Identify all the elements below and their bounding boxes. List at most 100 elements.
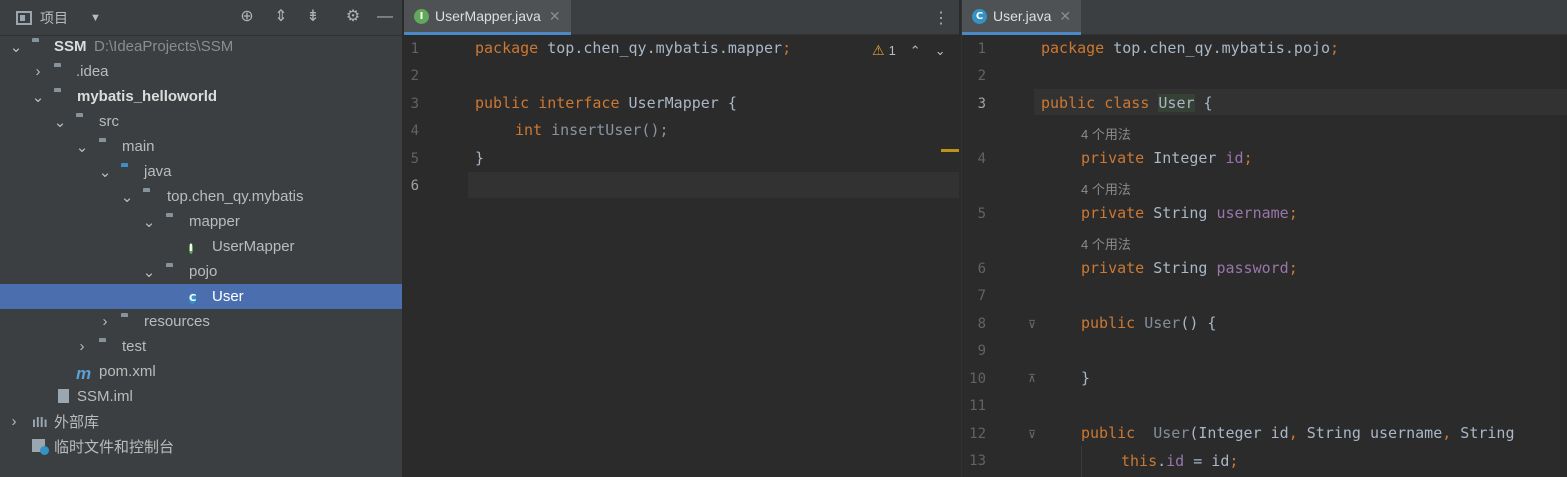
indent-guide xyxy=(1081,446,1082,477)
close-icon[interactable]: ✕ xyxy=(549,8,561,25)
fold-icon[interactable]: ⊽ xyxy=(1028,318,1036,331)
usage-hint[interactable]: 4 个用法 xyxy=(1081,179,1131,198)
code-line-1[interactable]: package top.chen_qy.mybatis.pojo; xyxy=(1041,39,1339,57)
tree-item-label: test xyxy=(122,338,147,355)
usage-hint[interactable]: 4 个用法 xyxy=(1081,124,1131,143)
tree-item-pom[interactable]: m pom.xml xyxy=(0,359,402,384)
maven-icon: m xyxy=(76,363,92,383)
package-icon xyxy=(166,214,184,230)
code-line-5[interactable]: private String username; xyxy=(1081,204,1298,222)
tab-usermapper[interactable]: I UserMapper.java ✕ xyxy=(404,0,571,35)
collapse-all-icon[interactable]: ⇟ xyxy=(304,8,322,26)
chevron-up-icon[interactable]: ⌃ xyxy=(910,43,921,59)
fold-icon[interactable]: ⊼ xyxy=(1028,372,1036,385)
warning-marker[interactable] xyxy=(941,149,959,152)
code-line-4[interactable]: private Integer id; xyxy=(1081,149,1253,167)
tree-item-label: main xyxy=(122,138,155,155)
tab-user[interactable]: C User.java ✕ xyxy=(962,0,1082,35)
tree-item-mapper[interactable]: ⌄ mapper xyxy=(0,209,402,234)
class-icon: C xyxy=(972,8,987,24)
chevron-right-icon[interactable]: › xyxy=(8,413,20,430)
tree-item-user[interactable]: C User xyxy=(0,284,402,309)
package-icon xyxy=(166,264,184,280)
tree-item-resources[interactable]: › resources xyxy=(0,309,402,334)
tree-item-label: User xyxy=(212,288,244,305)
tree-item-label: 临时文件和控制台 xyxy=(54,439,175,456)
tree-item-scratches[interactable]: 临时文件和控制台 xyxy=(0,434,402,459)
chevron-down-icon[interactable]: ⌄ xyxy=(32,89,45,106)
expand-all-icon[interactable]: ⇕ xyxy=(272,8,290,26)
code-line-4[interactable]: int insertUser(); xyxy=(515,121,669,139)
close-icon[interactable]: ✕ xyxy=(1059,8,1071,25)
chevron-down-icon[interactable]: ⌄ xyxy=(121,189,134,206)
chevron-down-icon[interactable]: ⌄ xyxy=(10,39,23,56)
code-line-12[interactable]: public User(Integer id, String username,… xyxy=(1081,424,1515,442)
minimize-icon[interactable]: — xyxy=(376,8,394,26)
source-folder-icon xyxy=(121,164,139,180)
code-line-8[interactable]: public User() { xyxy=(1081,314,1216,332)
project-view-selector[interactable]: 项目 ▼ xyxy=(16,8,101,28)
tree-item-mybatis-helloworld[interactable]: ⌄ mybatis_helloworld xyxy=(0,84,402,109)
tree-item-usermapper[interactable]: I UserMapper xyxy=(0,234,402,259)
tree-item-label: pom.xml xyxy=(99,363,156,380)
folder-icon xyxy=(99,139,117,155)
tab-label: UserMapper.java xyxy=(435,8,541,24)
chevron-right-icon[interactable]: › xyxy=(32,63,44,80)
line-number: 4 xyxy=(977,151,986,167)
fold-icon[interactable]: ⊽ xyxy=(1028,428,1036,441)
module-folder-icon xyxy=(54,89,72,105)
tree-item-main[interactable]: ⌄ main xyxy=(0,134,402,159)
chevron-down-icon[interactable]: ⌄ xyxy=(143,264,156,281)
line-number: 5 xyxy=(977,206,986,222)
module-folder-icon xyxy=(32,39,50,55)
tree-item-label: SSM xyxy=(54,38,87,55)
tree-item-package[interactable]: ⌄ top.chen_qy.mybatis xyxy=(0,184,402,209)
editor-tabbar: I UserMapper.java ✕ ⋮ xyxy=(404,0,959,35)
line-number: 1 xyxy=(977,41,986,57)
usage-hint[interactable]: 4 个用法 xyxy=(1081,234,1131,253)
code-line-1[interactable]: package top.chen_qy.mybatis.mapper; xyxy=(475,39,791,57)
chevron-right-icon[interactable]: › xyxy=(76,338,88,355)
locate-icon[interactable]: ⊕ xyxy=(238,8,256,26)
code-line-3[interactable]: public interface UserMapper { xyxy=(475,94,737,112)
tree-item-pojo[interactable]: ⌄ pojo xyxy=(0,259,402,284)
project-panel: 项目 ▼ ⊕ ⇕ ⇟ ⚙ — ⌄ SSM D:\IdeaProjects\SSM… xyxy=(0,0,403,477)
folder-icon xyxy=(54,64,72,80)
tree-item-label: mybatis_helloworld xyxy=(77,88,218,105)
chevron-down-icon[interactable]: ⌄ xyxy=(99,164,112,181)
code-line-5[interactable]: } xyxy=(475,149,484,167)
chevron-down-icon[interactable]: ⌄ xyxy=(143,214,156,231)
chevron-down-icon[interactable]: ⌄ xyxy=(54,114,67,131)
tab-label: User.java xyxy=(993,8,1052,24)
code-line-13[interactable]: this.id = id; xyxy=(1121,452,1238,470)
current-line-highlight xyxy=(468,172,959,198)
line-number: 13 xyxy=(969,453,986,469)
line-number: 3 xyxy=(977,96,986,112)
folder-icon xyxy=(76,114,94,130)
line-number: 6 xyxy=(977,261,986,277)
tree-item-idea[interactable]: › .idea xyxy=(0,59,402,84)
inspection-widget[interactable]: ⚠ 1 ⌃ ⌄ xyxy=(872,42,946,59)
editor-user: C User.java ✕ 1 2 3 4 5 6 7 8 9 10 11 12… xyxy=(961,0,1567,477)
tree-item-java[interactable]: ⌄ java xyxy=(0,159,402,184)
line-number: 8 xyxy=(977,316,986,332)
editor-tabbar: C User.java ✕ xyxy=(962,0,1567,35)
gear-icon[interactable]: ⚙ xyxy=(344,8,362,26)
chevron-down-icon[interactable]: ▼ xyxy=(90,12,101,24)
chevron-down-icon[interactable]: ⌄ xyxy=(935,43,946,59)
code-line-10[interactable]: } xyxy=(1081,369,1090,387)
chevron-right-icon[interactable]: › xyxy=(99,313,111,330)
code-line-3[interactable]: public class User { xyxy=(1041,94,1213,112)
tree-item-iml[interactable]: SSM.iml xyxy=(0,384,402,409)
tree-item-ssm[interactable]: ⌄ SSM D:\IdeaProjects\SSM xyxy=(0,34,402,59)
code-line-6[interactable]: private String password; xyxy=(1081,259,1298,277)
tree-item-test[interactable]: › test xyxy=(0,334,402,359)
tree-item-external-libs[interactable]: › ıllı 外部库 xyxy=(0,409,402,434)
chevron-down-icon[interactable]: ⌄ xyxy=(76,139,89,156)
library-icon: ıllı xyxy=(32,413,48,430)
line-number: 6 xyxy=(410,178,419,194)
more-options-icon[interactable]: ⋮ xyxy=(933,8,949,28)
line-number: 2 xyxy=(977,68,986,84)
class-icon: C xyxy=(189,293,197,304)
tree-item-src[interactable]: ⌄ src xyxy=(0,109,402,134)
